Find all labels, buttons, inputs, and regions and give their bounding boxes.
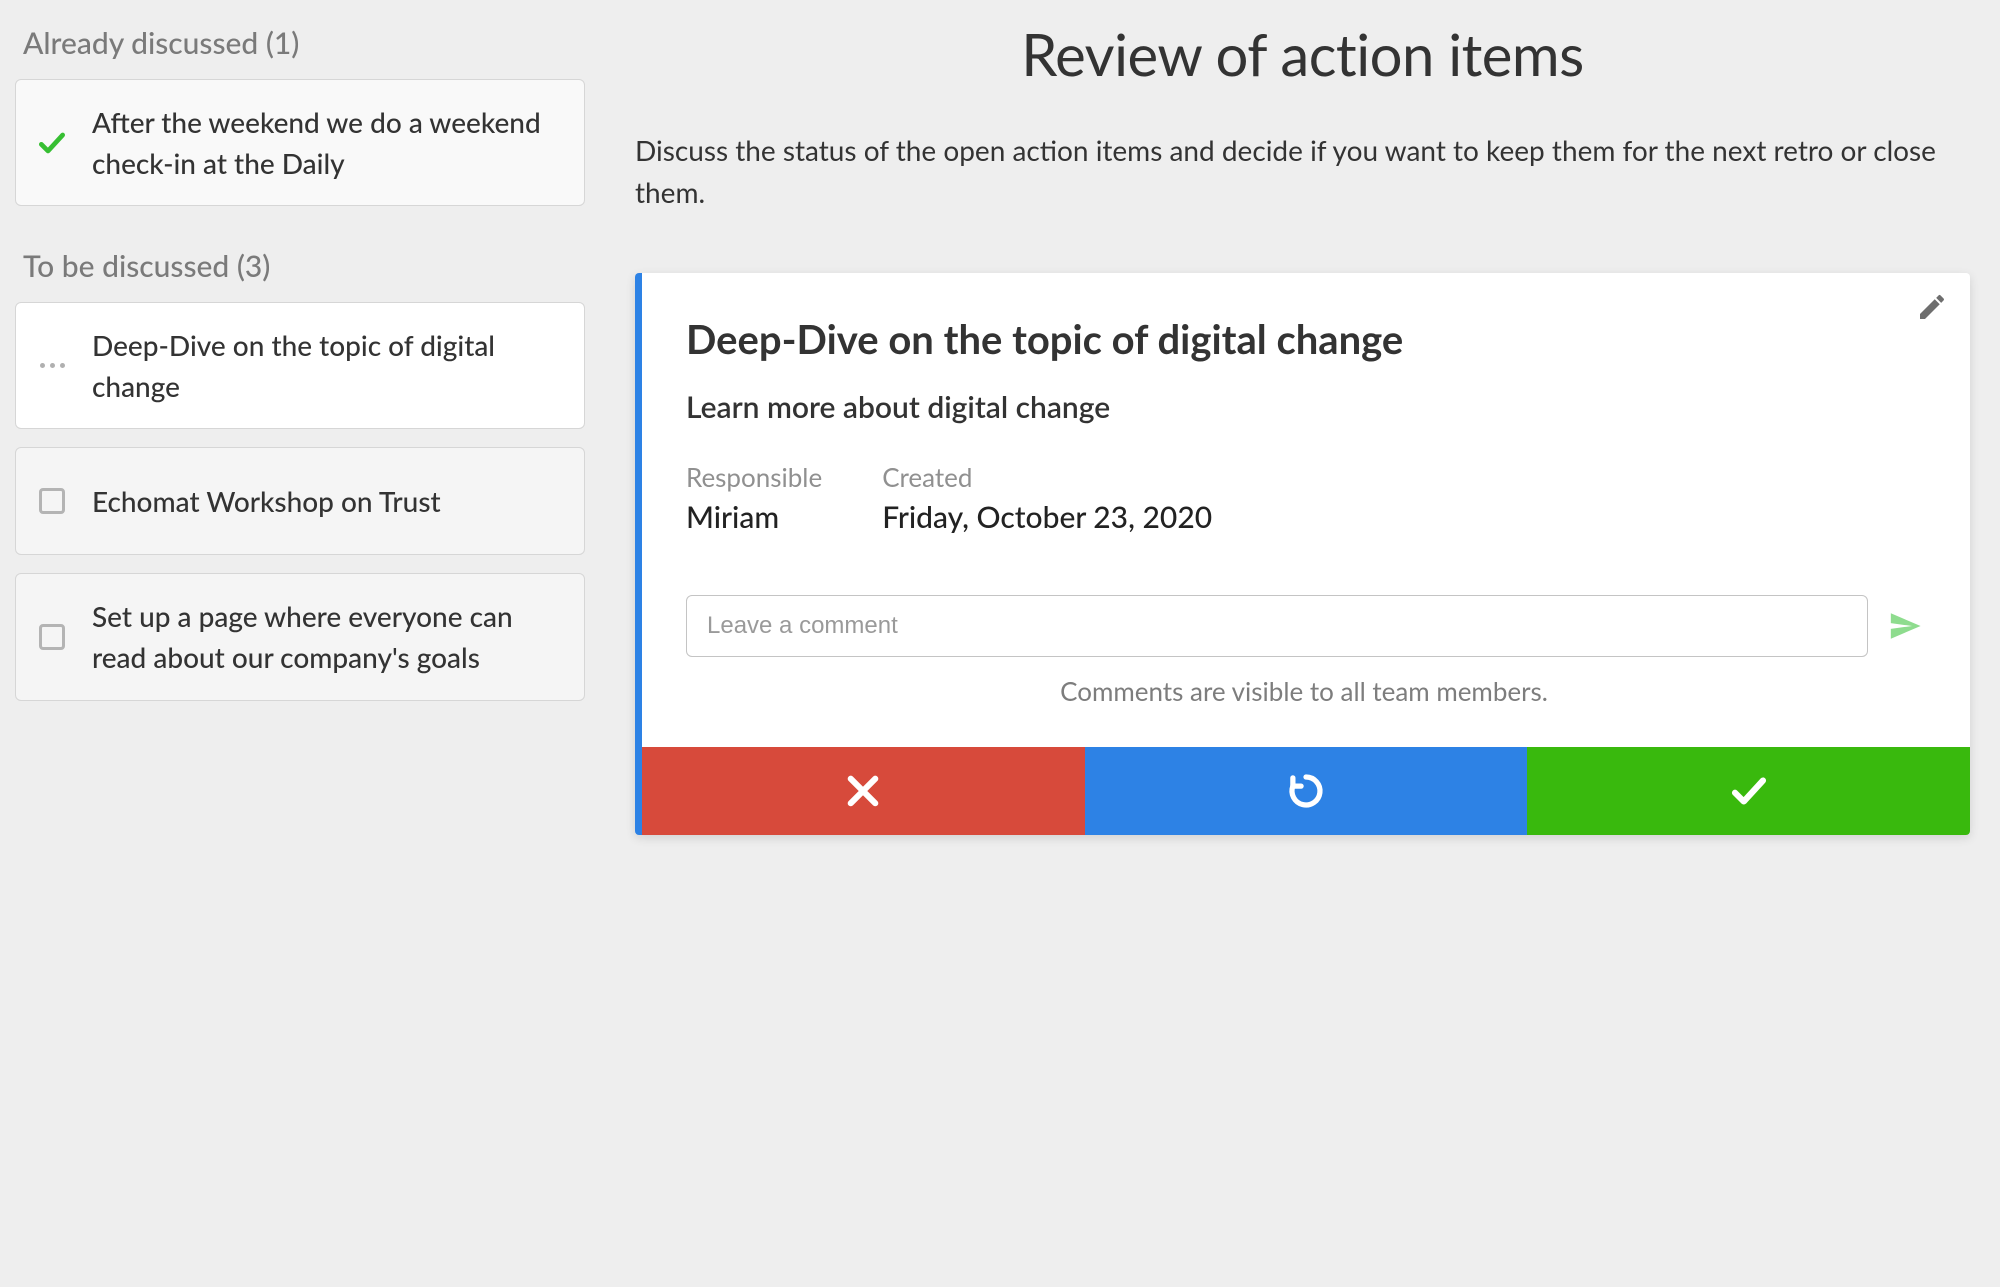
to-discuss-item[interactable]: Echomat Workshop on Trust [15,447,585,555]
sidebar-heading-to-discuss: To be discussed (3) [23,248,585,284]
created-value: Friday, October 23, 2020 [882,499,1212,535]
action-card: Deep-Dive on the topic of digital change… [635,273,1970,835]
to-discuss-item-text: Deep-Dive on the topic of digital change [92,325,560,406]
responsible-label: Responsible [686,461,822,493]
action-bar [642,747,1970,835]
discussed-item-text: After the weekend we do a weekend check-… [92,102,560,183]
close-button[interactable] [642,747,1085,835]
page-description: Discuss the status of the open action it… [635,129,1970,213]
main: Review of action items Discuss the statu… [635,20,1970,1267]
responsible-value: Miriam [686,499,822,535]
edit-icon[interactable] [1916,291,1948,327]
to-discuss-item-text: Set up a page where everyone can read ab… [92,596,560,677]
send-icon[interactable] [1888,609,1922,643]
comment-input[interactable] [686,595,1868,657]
action-subtitle: Learn more about digital change [686,389,1922,425]
checkbox-empty-icon[interactable] [32,624,72,650]
page-title: Review of action items [635,20,1970,89]
sidebar: Already discussed (1) After the weekend … [15,20,585,1267]
comment-visibility-note: Comments are visible to all team members… [686,675,1922,707]
to-discuss-item-text: Echomat Workshop on Trust [92,481,441,522]
sidebar-heading-discussed: Already discussed (1) [23,25,585,61]
confirm-button[interactable] [1527,747,1970,835]
discussed-list: After the weekend we do a weekend check-… [15,79,585,206]
discussed-item[interactable]: After the weekend we do a weekend check-… [15,79,585,206]
to-discuss-item[interactable]: Set up a page where everyone can read ab… [15,573,585,700]
action-title: Deep-Dive on the topic of digital change [686,315,1922,363]
check-icon [32,127,72,159]
to-discuss-list: Deep-Dive on the topic of digital change… [15,302,585,700]
checkbox-empty-icon[interactable] [32,488,72,514]
dots-icon [32,363,72,368]
created-label: Created [882,461,1212,493]
action-meta: Responsible Miriam Created Friday, Octob… [686,461,1922,535]
to-discuss-item-active[interactable]: Deep-Dive on the topic of digital change [15,302,585,429]
retry-button[interactable] [1085,747,1528,835]
